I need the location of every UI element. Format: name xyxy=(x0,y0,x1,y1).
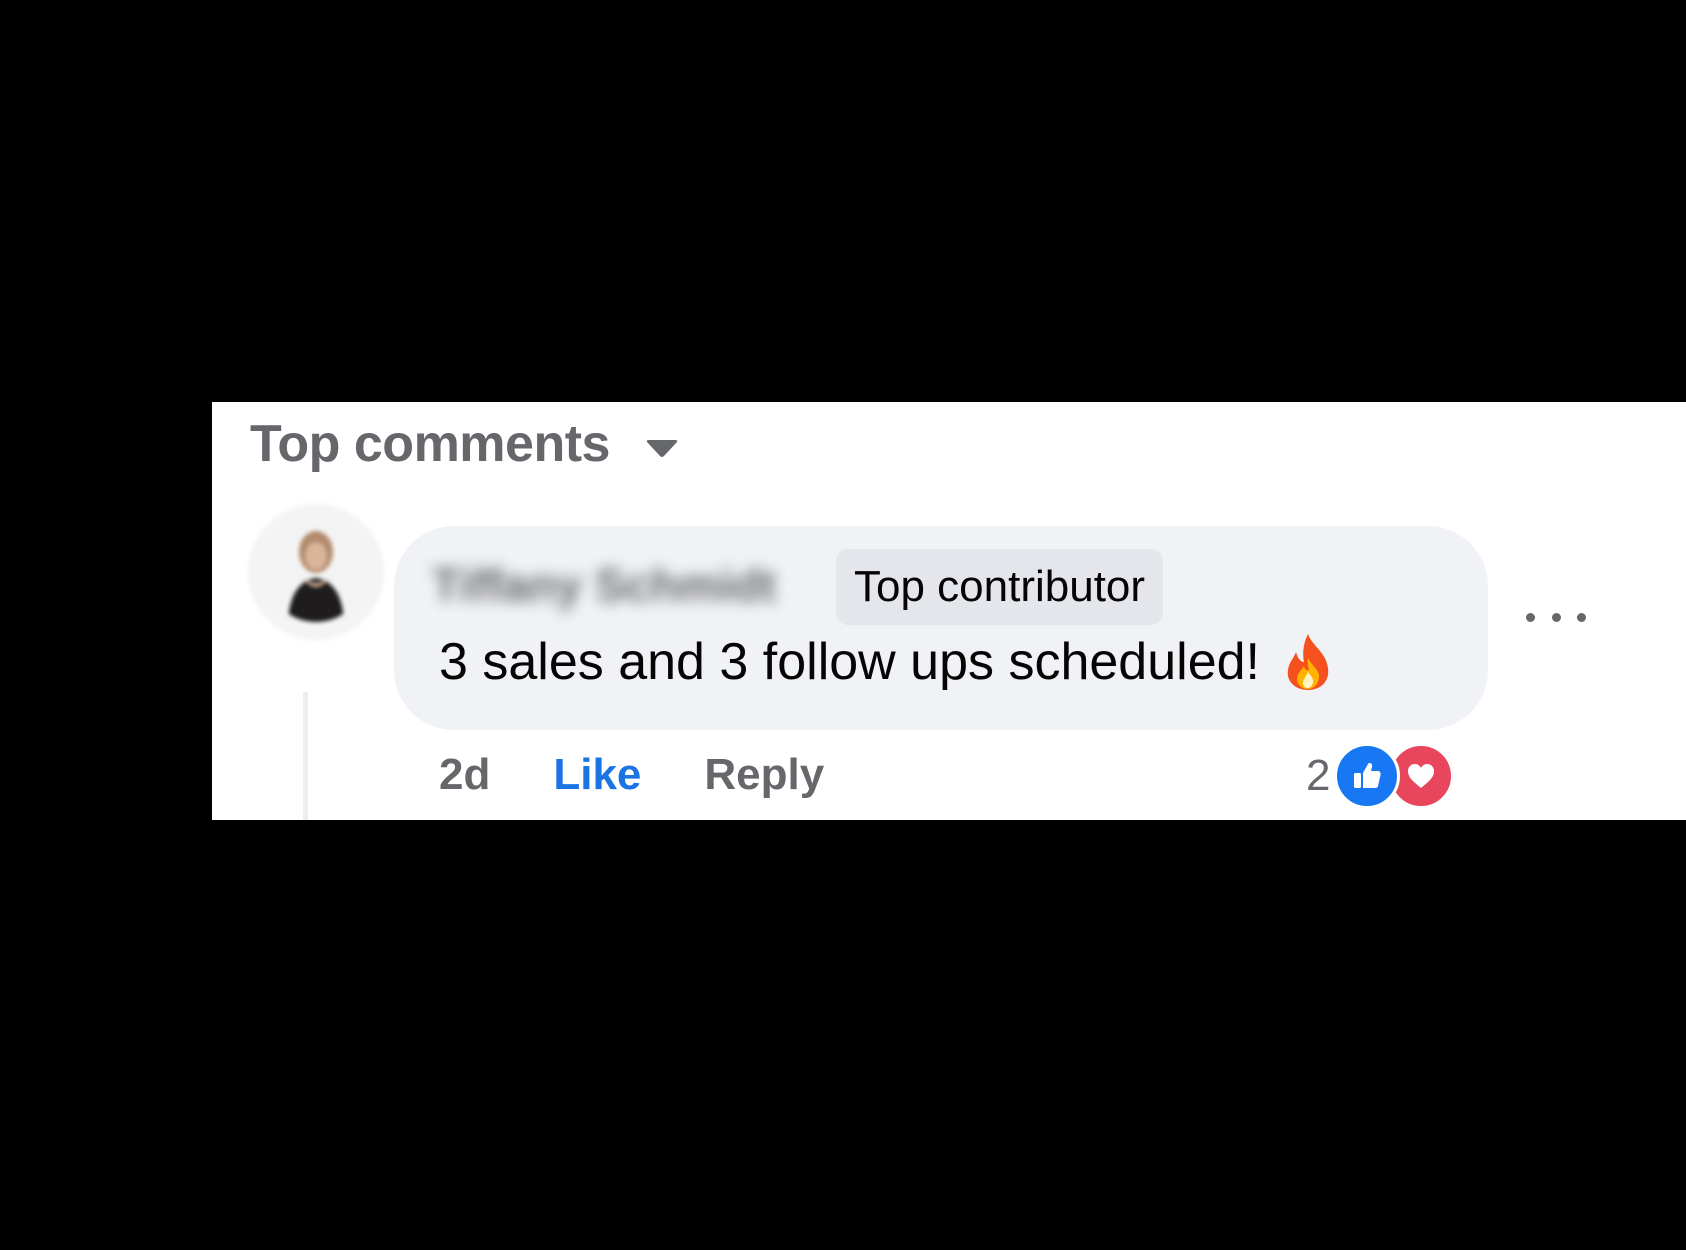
comment-text: 3 sales and 3 follow ups scheduled! xyxy=(439,633,1260,691)
comment-bubble: Tiffany Schmidt Top contributor 3 sales … xyxy=(394,526,1488,730)
more-options-icon xyxy=(1526,612,1535,622)
comment-author-name[interactable]: Tiffany Schmidt xyxy=(432,558,776,612)
reply-thread-line xyxy=(303,692,308,820)
like-button[interactable]: Like xyxy=(553,750,641,800)
person-silhouette-icon xyxy=(266,522,366,622)
fire-emoji-icon xyxy=(1287,634,1329,690)
comment-actions: 2d Like Reply xyxy=(439,750,824,800)
reaction-count: 2 xyxy=(1306,751,1331,800)
comment-timestamp[interactable]: 2d xyxy=(439,750,490,800)
comment-sort-label: Top comments xyxy=(250,415,610,473)
screenshot-backdrop: Top comments Tiffany Schmidt Top contrib… xyxy=(0,0,1686,1250)
more-options-dot xyxy=(1551,612,1561,622)
comment-sort-dropdown[interactable]: Top comments xyxy=(250,414,680,474)
like-reaction-icon xyxy=(1334,743,1401,809)
comment-body: 3 sales and 3 follow ups scheduled! xyxy=(439,632,1334,692)
top-contributor-badge[interactable]: Top contributor xyxy=(836,549,1164,625)
avatar[interactable] xyxy=(248,504,384,640)
more-options-dot xyxy=(1577,612,1586,622)
reply-button[interactable]: Reply xyxy=(704,750,824,800)
reactions-summary[interactable]: 2 xyxy=(1306,740,1455,812)
comments-panel: Top comments Tiffany Schmidt Top contrib… xyxy=(212,402,1686,820)
more-options-button[interactable] xyxy=(1526,602,1586,632)
caret-down-icon xyxy=(646,440,678,457)
author-photo xyxy=(266,522,366,622)
